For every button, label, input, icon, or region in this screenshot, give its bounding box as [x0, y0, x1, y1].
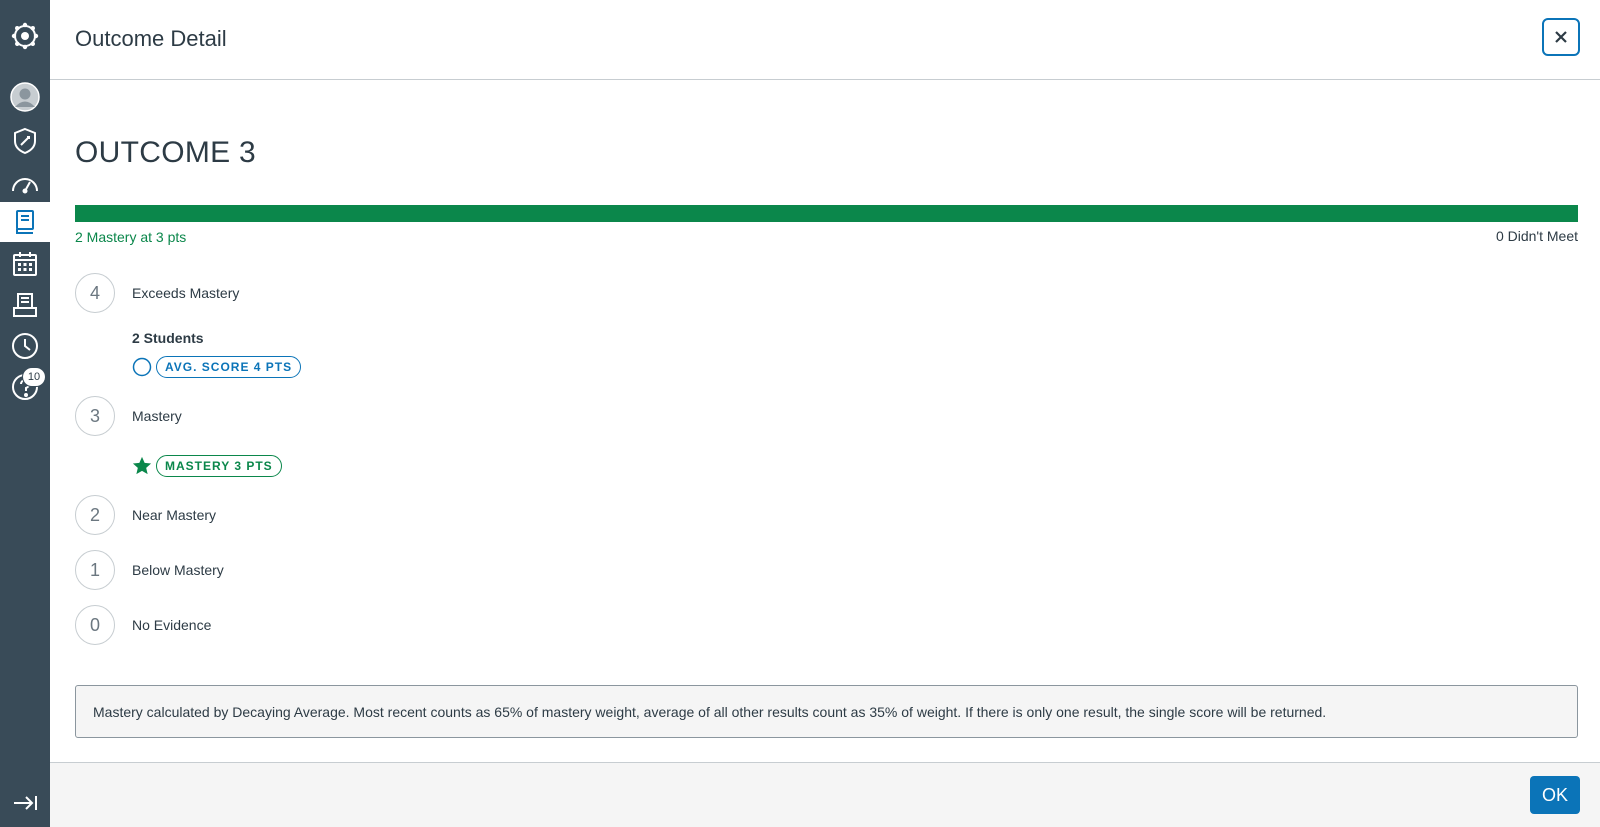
- rating-label: Below Mastery: [132, 562, 224, 578]
- modal-footer: OK: [50, 762, 1600, 827]
- help-notification-badge: 10: [22, 367, 46, 387]
- modal-title: Outcome Detail: [75, 26, 227, 51]
- mastery-progress-bar: [75, 205, 1578, 222]
- courses-book-icon[interactable]: [0, 202, 50, 242]
- mastery-progress-fill: [75, 205, 1578, 222]
- rating-points-circle: 4: [75, 273, 115, 313]
- dashboard-gauge-icon[interactable]: [0, 164, 50, 204]
- help-icon[interactable]: 10: [0, 367, 50, 407]
- rating-row-3: 3 Mastery: [75, 396, 182, 436]
- rating-row-0: 0 No Evidence: [75, 605, 211, 645]
- canvas-logo-icon[interactable]: [0, 16, 50, 56]
- history-clock-icon[interactable]: [0, 326, 50, 366]
- rating-label: Mastery: [132, 408, 182, 424]
- rating-label: No Evidence: [132, 617, 212, 633]
- rating-row-1: 1 Below Mastery: [75, 550, 224, 590]
- avg-score-row: AVG. SCORE 4 PTS: [132, 356, 302, 378]
- rating-label: Near Mastery: [132, 507, 217, 523]
- avg-score-circle-icon: [132, 357, 152, 377]
- admin-shield-icon[interactable]: [0, 121, 50, 161]
- rating-points-circle: 1: [75, 550, 115, 590]
- rating-points-circle: 0: [75, 605, 115, 645]
- ok-button[interactable]: OK: [1530, 776, 1580, 814]
- close-icon: [1555, 31, 1567, 43]
- rating-row-4: 4 Exceeds Mastery: [75, 273, 239, 313]
- mastery-row: MASTERY 3 PTS: [132, 455, 282, 477]
- modal-header: Outcome Detail: [50, 0, 1600, 80]
- account-avatar-icon[interactable]: [0, 77, 50, 117]
- mastery-count-label: 2 Mastery at 3 pts: [75, 229, 187, 245]
- mastery-pill: MASTERY 3 PTS: [156, 455, 282, 477]
- outcome-title: OUTCOME 3: [75, 136, 257, 169]
- students-count: 2 Students: [132, 330, 204, 346]
- mastery-calculation-note: Mastery calculated by Decaying Average. …: [75, 685, 1578, 738]
- didnt-meet-count-label: 0 Didn't Meet: [1495, 228, 1578, 244]
- close-button[interactable]: [1542, 18, 1580, 56]
- avg-score-pill: AVG. SCORE 4 PTS: [156, 356, 302, 378]
- global-nav-sidebar: 10: [0, 0, 50, 827]
- calendar-icon[interactable]: [0, 244, 50, 284]
- mastery-star-icon: [132, 456, 152, 476]
- rating-points-circle: 3: [75, 396, 115, 436]
- inbox-icon[interactable]: [0, 285, 50, 325]
- rating-points-circle: 2: [75, 495, 115, 535]
- collapse-arrow-icon[interactable]: [0, 783, 50, 823]
- rating-row-2: 2 Near Mastery: [75, 495, 216, 535]
- rating-label: Exceeds Mastery: [132, 285, 240, 301]
